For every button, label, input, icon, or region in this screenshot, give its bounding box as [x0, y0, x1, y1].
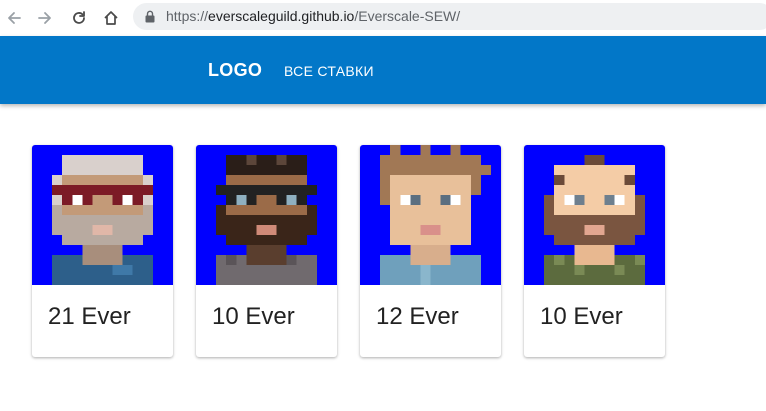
url-path: /Everscale-SEW/	[354, 8, 461, 24]
avatar-image	[360, 145, 501, 285]
avatar-image	[524, 145, 665, 285]
reload-button[interactable]	[66, 5, 92, 31]
address-bar[interactable]: https://everscaleguild.github.io/Eversca…	[133, 3, 766, 30]
bet-card[interactable]: 21 Ever	[32, 145, 173, 357]
back-button[interactable]	[1, 5, 27, 31]
home-button[interactable]	[98, 5, 124, 31]
bet-card[interactable]: 10 Ever	[524, 145, 665, 357]
arrow-right-icon	[38, 12, 51, 24]
url-host: everscaleguild.github.io	[208, 8, 355, 24]
price-label: 21 Ever	[48, 303, 131, 330]
url-text: https://everscaleguild.github.io/Eversca…	[166, 8, 460, 25]
price-label: 12 Ever	[376, 303, 459, 330]
price-label: 10 Ever	[212, 303, 295, 330]
url-scheme: https://	[166, 8, 209, 24]
avatar-image	[196, 145, 337, 285]
app-header: LOGO ВСЕ СТАВКИ	[0, 36, 766, 104]
home-icon	[104, 11, 118, 25]
nav-all-bets-link[interactable]: ВСЕ СТАВКИ	[284, 63, 374, 79]
bet-card[interactable]: 10 Ever	[196, 145, 337, 357]
browser-toolbar: https://everscaleguild.github.io/Eversca…	[0, 0, 766, 36]
logo-link[interactable]: LOGO	[208, 60, 262, 81]
avatar-image	[32, 145, 173, 285]
lock-icon	[145, 10, 155, 23]
bet-card[interactable]: 12 Ever	[360, 145, 501, 357]
price-label: 10 Ever	[540, 303, 623, 330]
forward-button[interactable]	[32, 5, 58, 31]
reload-icon	[73, 11, 85, 24]
arrow-left-icon	[8, 12, 21, 24]
